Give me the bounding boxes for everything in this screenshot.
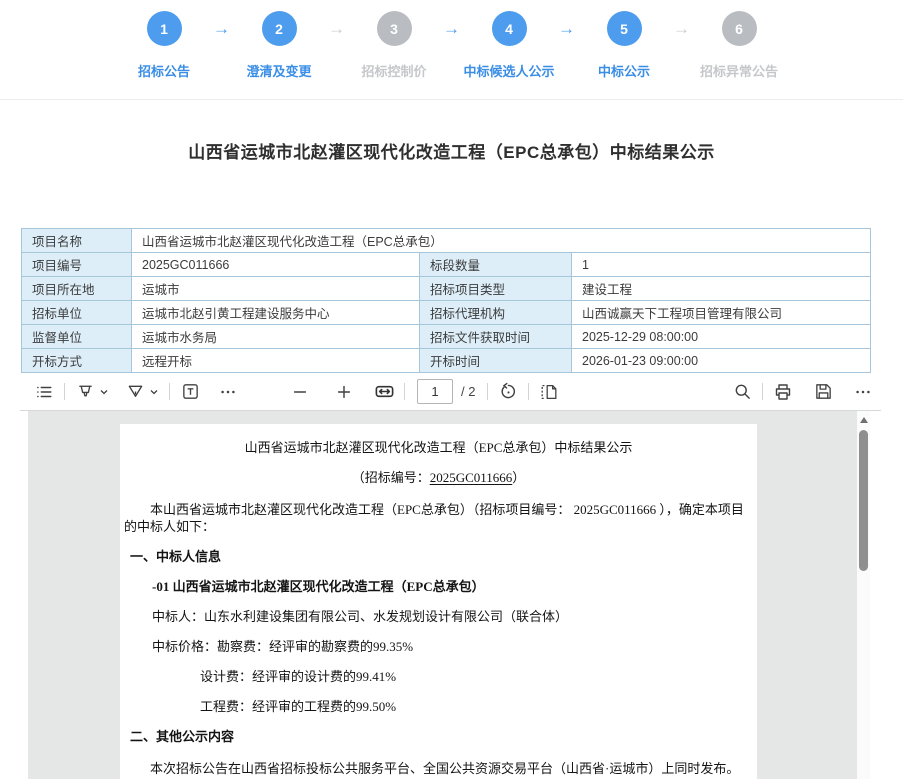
- step-clarification-change[interactable]: 2 澄清及变更: [234, 11, 324, 80]
- field-label: 招标文件获取时间: [420, 325, 572, 349]
- highlight-pen-icon[interactable]: [73, 380, 97, 404]
- table-row: 项目编号 2025GC011666 标段数量 1: [22, 253, 871, 277]
- table-row: 监督单位 运城市水务局 招标文件获取时间 2025-12-29 08:00:00: [22, 325, 871, 349]
- doc-sub-heading: -01 山西省运城市北赵灌区现代化改造工程（EPC总承包）: [124, 580, 753, 594]
- zoom-out-icon[interactable]: [288, 380, 312, 404]
- search-icon[interactable]: [730, 380, 754, 404]
- step-award-publicity[interactable]: 5 中标公示: [579, 11, 669, 80]
- field-label: 招标项目类型: [420, 277, 572, 301]
- doc-title: 山西省运城市北赵灌区现代化改造工程（EPC总承包）中标结果公示: [124, 441, 753, 455]
- doc-platform-line: 本次招标公告在山西省招标投标公共服务平台、全国公共资源交易平台（山西省·运城市）…: [124, 760, 753, 777]
- scroll-up-icon[interactable]: [860, 417, 868, 423]
- field-value: 远程开标: [132, 349, 420, 373]
- doc-ref-number: 2025GC011666: [430, 470, 513, 485]
- project-info-table: 项目名称 山西省运城市北赵灌区现代化改造工程（EPC总承包） 项目编号 2025…: [21, 228, 871, 373]
- step-candidate-publicity[interactable]: 4 中标候选人公示: [464, 11, 554, 80]
- divider: [64, 383, 65, 400]
- more-tools-icon[interactable]: [216, 380, 240, 404]
- field-value: 2025-12-29 08:00:00: [572, 325, 871, 349]
- field-label: 项目所在地: [22, 277, 132, 301]
- step-label: 招标异常公告: [700, 61, 778, 80]
- step-control-price[interactable]: 3 招标控制价: [349, 11, 439, 80]
- step-label: 招标公告: [138, 61, 190, 80]
- doc-section2-heading: 二、其他公示内容: [124, 730, 753, 744]
- draw-pen-icon[interactable]: [123, 380, 147, 404]
- field-value: 山西省运城市北赵灌区现代化改造工程（EPC总承包）: [132, 229, 871, 253]
- table-row: 开标方式 远程开标 开标时间 2026-01-23 09:00:00: [22, 349, 871, 373]
- arrow-icon: →: [324, 19, 349, 39]
- more-options-icon[interactable]: [851, 380, 875, 404]
- field-value: 2026-01-23 09:00:00: [572, 349, 871, 373]
- step-label: 招标控制价: [361, 61, 426, 80]
- step-circle: 3: [377, 11, 412, 46]
- page-view-icon[interactable]: [537, 380, 561, 404]
- divider: [404, 383, 405, 400]
- divider: [762, 383, 763, 400]
- table-row: 项目名称 山西省运城市北赵灌区现代化改造工程（EPC总承包）: [22, 229, 871, 253]
- fit-width-icon[interactable]: [372, 380, 396, 404]
- pdf-scrollbar[interactable]: [857, 411, 870, 779]
- field-value: 建设工程: [572, 277, 871, 301]
- doc-ref-line: （招标编号：2025GC011666）: [124, 471, 753, 485]
- step-circle: 6: [722, 11, 757, 46]
- arrow-icon: →: [554, 19, 579, 39]
- page-number-input[interactable]: [417, 379, 453, 404]
- chevron-down-icon[interactable]: [147, 380, 161, 404]
- print-icon[interactable]: [771, 380, 795, 404]
- toc-icon[interactable]: [32, 380, 56, 404]
- field-value: 运城市水务局: [132, 325, 420, 349]
- rotate-icon[interactable]: [496, 380, 520, 404]
- field-label: 标段数量: [420, 253, 572, 277]
- divider: [487, 383, 488, 400]
- chevron-down-icon[interactable]: [97, 380, 111, 404]
- step-circle: 4: [492, 11, 527, 46]
- arrow-icon: →: [669, 19, 694, 39]
- doc-price-line-1: 中标价格：勘察费：经评审的勘察费的99.35%: [124, 640, 753, 654]
- table-row: 项目所在地 运城市 招标项目类型 建设工程: [22, 277, 871, 301]
- doc-section1-heading: 一、中标人信息: [124, 550, 753, 564]
- page-count-label: / 2: [461, 384, 475, 399]
- field-value: 2025GC011666: [132, 253, 420, 277]
- field-value: 1: [572, 253, 871, 277]
- step-bid-announcement[interactable]: 1 招标公告: [119, 11, 209, 80]
- field-label: 开标方式: [22, 349, 132, 373]
- divider: [169, 383, 170, 400]
- pdf-page: 山西省运城市北赵灌区现代化改造工程（EPC总承包）中标结果公示 （招标编号：20…: [120, 424, 757, 779]
- field-label: 监督单位: [22, 325, 132, 349]
- step-abnormal-announcement[interactable]: 6 招标异常公告: [694, 11, 784, 80]
- zoom-in-icon[interactable]: [332, 380, 356, 404]
- doc-price-line-3: 工程费：经评审的工程费的99.50%: [124, 700, 753, 714]
- step-label: 中标公示: [598, 61, 650, 80]
- field-label: 招标代理机构: [420, 301, 572, 325]
- step-label: 澄清及变更: [246, 61, 311, 80]
- table-row: 招标单位 运城市北赵引黄工程建设服务中心 招标代理机构 山西诚赢天下工程项目管理…: [22, 301, 871, 325]
- save-icon[interactable]: [811, 380, 835, 404]
- add-text-icon[interactable]: [178, 380, 202, 404]
- step-circle: 5: [607, 11, 642, 46]
- scrollbar-thumb[interactable]: [859, 430, 868, 571]
- field-value: 运城市北赵引黄工程建设服务中心: [132, 301, 420, 325]
- doc-winner-line: 中标人：山东水利建设集团有限公司、水发规划设计有限公司（联合体）: [124, 610, 753, 624]
- field-label: 项目编号: [22, 253, 132, 277]
- divider: [528, 383, 529, 400]
- field-value: 山西诚赢天下工程项目管理有限公司: [572, 301, 871, 325]
- process-stepper: 1 招标公告 → 2 澄清及变更 → 3 招标控制价 → 4 中标候选人公示 →…: [0, 0, 903, 100]
- arrow-icon: →: [209, 19, 234, 39]
- step-label: 中标候选人公示: [464, 61, 555, 80]
- pdf-toolbar: / 2: [20, 373, 881, 411]
- page-title: 山西省运城市北赵灌区现代化改造工程（EPC总承包）中标结果公示: [0, 138, 903, 163]
- field-label: 开标时间: [420, 349, 572, 373]
- doc-price-line-2: 设计费：经评审的设计费的99.41%: [124, 670, 753, 684]
- doc-intro: 本山西省运城市北赵灌区现代化改造工程（EPC总承包）（招标项目编号： 2025G…: [124, 501, 753, 535]
- step-circle: 1: [147, 11, 182, 46]
- field-value: 运城市: [132, 277, 420, 301]
- field-label: 招标单位: [22, 301, 132, 325]
- arrow-icon: →: [439, 19, 464, 39]
- step-circle: 2: [262, 11, 297, 46]
- field-label: 项目名称: [22, 229, 132, 253]
- pdf-viewer: 山西省运城市北赵灌区现代化改造工程（EPC总承包）中标结果公示 （招标编号：20…: [28, 411, 870, 779]
